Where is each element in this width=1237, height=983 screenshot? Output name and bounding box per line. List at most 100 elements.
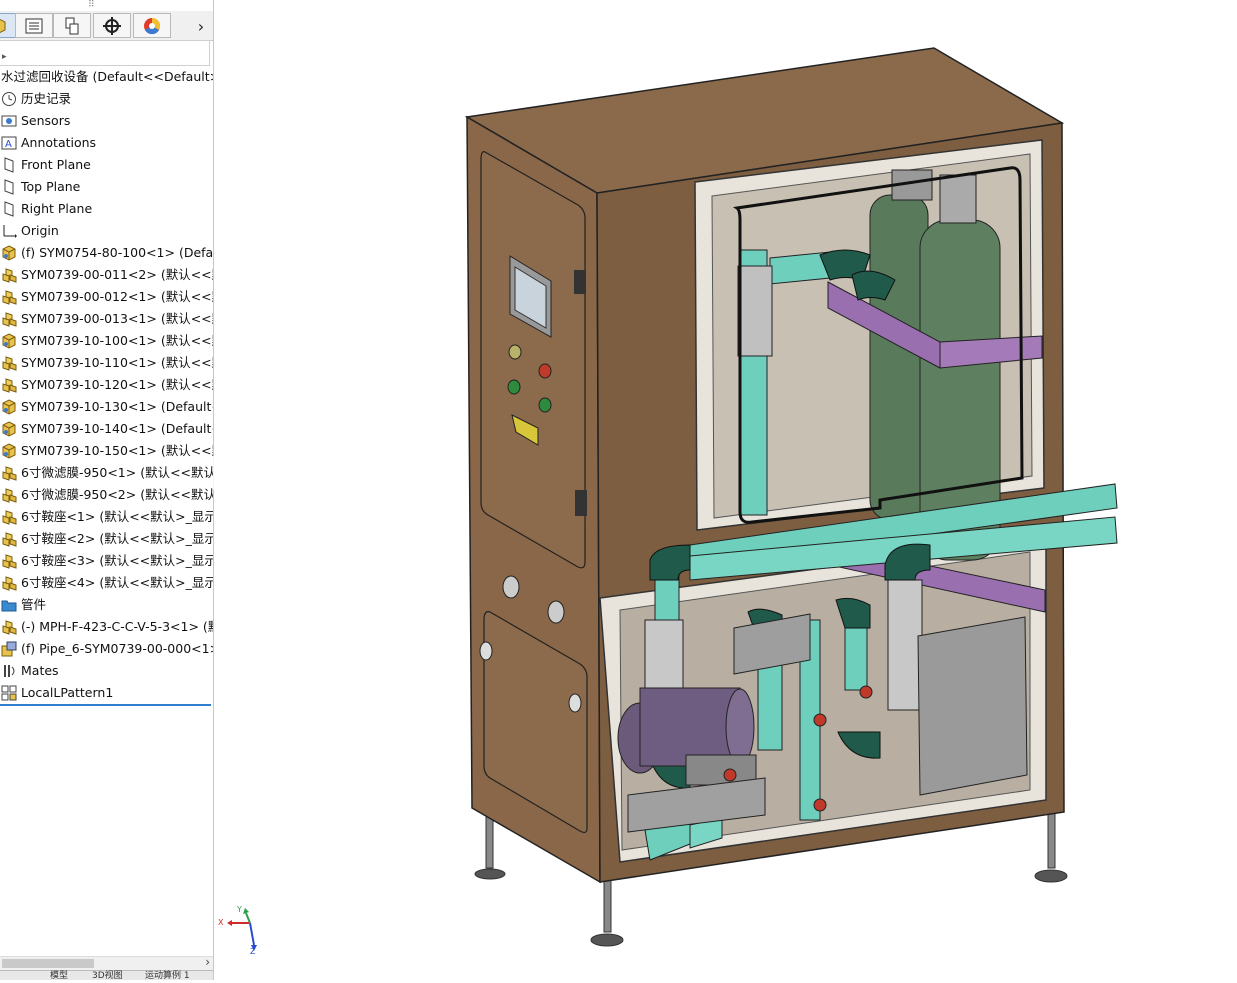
tree-item[interactable]: SYM0739-00-013<1> (默认<<默认 bbox=[0, 308, 213, 330]
tree-item[interactable]: SYM0739-10-150<1> (默认<<默认 bbox=[0, 440, 213, 462]
tree-item-label: Right Plane bbox=[21, 201, 93, 216]
assembly-icon bbox=[1, 509, 17, 525]
tree-item[interactable]: SYM0739-00-012<1> (默认<<默认 bbox=[0, 286, 213, 308]
plane-icon bbox=[1, 157, 17, 173]
tree-item[interactable]: 管件 bbox=[0, 594, 213, 616]
graphics-viewport[interactable] bbox=[214, 0, 1237, 980]
display-manager-tab[interactable] bbox=[133, 13, 171, 38]
assembly-icon bbox=[1, 267, 17, 283]
tree-item[interactable]: Top Plane bbox=[0, 176, 213, 198]
tree-item-label: Front Plane bbox=[21, 157, 91, 172]
configuration-manager-tab[interactable] bbox=[53, 13, 91, 38]
collapse-chevron-icon[interactable]: ▸ bbox=[2, 52, 7, 62]
tree-item[interactable]: LocalLPattern1 bbox=[0, 682, 213, 704]
tree-item[interactable]: Mates bbox=[0, 660, 213, 682]
tree-root-assembly[interactable]: 水过滤回收设备 (Default<<Default>_A bbox=[0, 66, 213, 88]
pipe-icon bbox=[1, 641, 17, 657]
plane-icon bbox=[1, 179, 17, 195]
tree-item[interactable]: (f) Pipe_6-SYM0739-00-000<1> ( bbox=[0, 638, 213, 660]
tree-item[interactable]: SYM0739-10-130<1> (Default<< bbox=[0, 396, 213, 418]
tree-item[interactable]: (f) SYM0754-80-100<1> (Default bbox=[0, 242, 213, 264]
door-hinge-upper bbox=[574, 270, 586, 294]
tree-item[interactable]: SYM0739-10-100<1> (默认<<默认 bbox=[0, 330, 213, 352]
feature-manager-panel: ⠿ › ▸ 水过滤回收设备 (Default<<Default>_A 历史记录 S… bbox=[0, 0, 214, 980]
tree-item-label: SYM0739-10-150<1> (默认<<默认 bbox=[21, 443, 213, 458]
tree-root-label: 水过滤回收设备 (Default<<Default>_A bbox=[1, 69, 213, 84]
tree-item[interactable]: Right Plane bbox=[0, 198, 213, 220]
tree-item-label: SYM0739-10-140<1> (Default<< bbox=[21, 421, 213, 436]
tree-item-label: Mates bbox=[21, 663, 59, 678]
rollback-bar[interactable] bbox=[0, 704, 211, 706]
assembly-icon bbox=[1, 311, 17, 327]
assembly-icon bbox=[1, 531, 17, 547]
folder-icon bbox=[1, 597, 17, 613]
tree-item[interactable]: 6寸鞍座<1> (默认<<默认>_显示状 bbox=[0, 506, 213, 528]
scrollbar-thumb[interactable] bbox=[2, 959, 94, 968]
assembly-icon bbox=[1, 465, 17, 481]
tree-item[interactable]: Sensors bbox=[0, 110, 213, 132]
horizontal-scrollbar[interactable]: › bbox=[0, 955, 213, 971]
tree-item-label: Origin bbox=[21, 223, 59, 238]
tree-item[interactable]: Origin bbox=[0, 220, 213, 242]
plane-icon bbox=[1, 201, 17, 217]
tree-item[interactable]: Front Plane bbox=[0, 154, 213, 176]
tree-item-label: 6寸鞍座<3> (默认<<默认>_显示状 bbox=[21, 553, 213, 568]
tree-item-label: Top Plane bbox=[21, 179, 81, 194]
more-tabs-chevron-icon[interactable]: › bbox=[192, 15, 210, 37]
triad-axes-icon bbox=[227, 908, 257, 951]
configuration-icon bbox=[65, 17, 79, 34]
tree-item-label: 6寸鞍座<4> (默认<<默认>_显示状 bbox=[21, 575, 213, 590]
mates-icon bbox=[1, 663, 17, 679]
pattern-icon bbox=[1, 685, 17, 701]
assembly-icon bbox=[1, 553, 17, 569]
part-icon bbox=[1, 443, 17, 459]
dimxpert-manager-tab[interactable] bbox=[93, 13, 131, 38]
bottom-tab-strip: 模型 3D视图 运动算例 1 bbox=[0, 970, 213, 980]
tree-item[interactable]: 6寸微滤膜-950<2> (默认<<默认> bbox=[0, 484, 213, 506]
triad-y-label: Y bbox=[237, 905, 242, 914]
sensors-icon bbox=[1, 113, 17, 129]
assembly-icon bbox=[1, 575, 17, 591]
tree-item[interactable]: SYM0739-10-140<1> (Default<< bbox=[0, 418, 213, 440]
tree-item[interactable]: 历史记录 bbox=[0, 88, 213, 110]
assembly-icon bbox=[1, 487, 17, 503]
tree-item-label: SYM0739-00-011<2> (默认<<默认 bbox=[21, 267, 213, 282]
feature-manager-tab-strip: › bbox=[0, 11, 213, 41]
part-icon bbox=[1, 399, 17, 415]
tree-item[interactable]: (-) MPH-F-423-C-C-V-5-3<1> (默 bbox=[0, 616, 213, 638]
triad-x-label: X bbox=[218, 918, 224, 927]
tree-item[interactable]: 6寸鞍座<2> (默认<<默认>_显示状 bbox=[0, 528, 213, 550]
cube-icon bbox=[0, 18, 6, 33]
tree-item[interactable]: SYM0739-10-110<1> (默认<<默认 bbox=[0, 352, 213, 374]
color-wheel-icon bbox=[144, 17, 161, 34]
orientation-triad[interactable]: X Y Z bbox=[218, 905, 262, 958]
tree-item-label: 6寸微滤膜-950<2> (默认<<默认> bbox=[21, 487, 213, 502]
tree-item-label: 历史记录 bbox=[21, 91, 72, 106]
tab-3d-views[interactable]: 3D视图 bbox=[92, 971, 123, 980]
door-hinge-lower bbox=[575, 490, 587, 516]
tree-item-label: Sensors bbox=[21, 113, 71, 128]
tree-item[interactable]: 6寸微滤膜-950<1> (默认<<默认> bbox=[0, 462, 213, 484]
part-icon bbox=[1, 333, 17, 349]
assembly-model-render[interactable] bbox=[214, 0, 1237, 980]
assembly-icon bbox=[1, 289, 17, 305]
tree-item-label: SYM0739-10-130<1> (Default<< bbox=[21, 399, 213, 414]
tree-item-label: 6寸微滤膜-950<1> (默认<<默认> bbox=[21, 465, 213, 480]
tab-model[interactable]: 模型 bbox=[50, 971, 68, 980]
tree-item-label: SYM0739-10-100<1> (默认<<默认 bbox=[21, 333, 213, 348]
panel-grip-icon[interactable]: ⠿ bbox=[88, 0, 95, 10]
electrical-panel bbox=[917, 616, 1028, 796]
property-manager-tab[interactable] bbox=[15, 13, 53, 38]
tree-item[interactable]: SYM0739-10-120<1> (默认<<默认 bbox=[0, 374, 213, 396]
tree-item[interactable]: SYM0739-00-011<2> (默认<<默认 bbox=[0, 264, 213, 286]
tree-filter-input[interactable] bbox=[0, 40, 210, 66]
history-icon bbox=[1, 91, 17, 107]
tree-item[interactable]: 6寸鞍座<4> (默认<<默认>_显示状 bbox=[0, 572, 213, 594]
tree-item[interactable]: 6寸鞍座<3> (默认<<默认>_显示状 bbox=[0, 550, 213, 572]
side-upper-door bbox=[480, 151, 586, 569]
tree-item-label: (f) Pipe_6-SYM0739-00-000<1> ( bbox=[21, 641, 213, 656]
tree-item-label: SYM0739-10-110<1> (默认<<默认 bbox=[21, 355, 213, 370]
tab-motion-study[interactable]: 运动算例 1 bbox=[145, 971, 190, 980]
tree-item[interactable]: A Annotations bbox=[0, 132, 213, 154]
scroll-right-arrow-icon[interactable]: › bbox=[205, 955, 210, 969]
